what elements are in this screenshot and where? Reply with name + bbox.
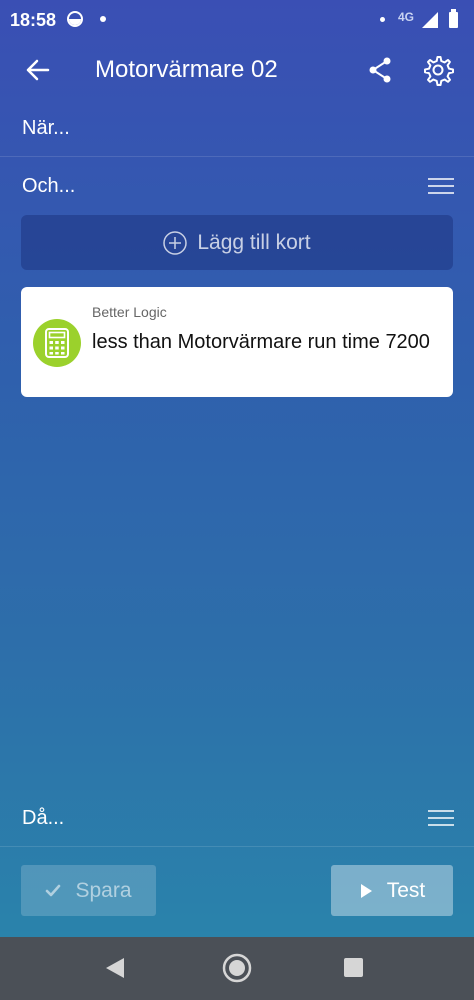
- nav-back-icon[interactable]: [106, 958, 124, 978]
- card-source: Better Logic: [92, 304, 167, 320]
- signal-icon: [422, 12, 438, 28]
- nav-recents-icon[interactable]: [344, 958, 363, 977]
- test-button[interactable]: Test: [331, 865, 453, 916]
- system-navigation-bar: [0, 937, 474, 1000]
- notification-dot-icon: [100, 16, 106, 22]
- battery-icon: [449, 9, 458, 28]
- card-text: less than Motorvärmare run time 7200: [92, 331, 430, 353]
- add-card-button[interactable]: Lägg till kort: [21, 215, 453, 270]
- test-label: Test: [386, 878, 426, 902]
- share-icon: [369, 57, 391, 83]
- share-button[interactable]: [362, 52, 398, 88]
- status-bar: 18:58 4G: [0, 0, 474, 40]
- flow-editor-screen: 18:58 4G Motorvärmare 02 När... Och... L…: [0, 0, 474, 937]
- back-button[interactable]: [18, 50, 58, 90]
- and-reorder-menu-icon[interactable]: [428, 178, 454, 196]
- save-label: Spara: [75, 878, 132, 902]
- network-type: 4G: [398, 10, 415, 24]
- gear-icon: [424, 56, 454, 86]
- when-section-label: När...: [22, 117, 70, 139]
- notification-dot-icon-2: [380, 17, 385, 22]
- section-divider: [0, 156, 474, 157]
- plus-circle-icon: [163, 230, 188, 255]
- app-bar: Motorvärmare 02: [0, 40, 474, 102]
- bottom-action-bar: Spara Test: [0, 846, 474, 937]
- then-section-label: Då...: [22, 807, 65, 829]
- check-icon: [46, 884, 61, 896]
- status-time: 18:58: [10, 10, 57, 30]
- calculator-icon: [33, 319, 81, 367]
- arrow-back-icon: [26, 59, 50, 81]
- nav-home-icon[interactable]: [222, 953, 252, 983]
- record-icon: [67, 11, 83, 27]
- condition-card[interactable]: Better Logic less than Motorvärmare run …: [21, 287, 453, 397]
- play-icon: [360, 883, 372, 898]
- page-title: Motorvärmare 02: [95, 56, 278, 83]
- settings-button[interactable]: [420, 52, 456, 88]
- then-reorder-menu-icon[interactable]: [428, 810, 454, 828]
- save-button[interactable]: Spara: [21, 865, 156, 916]
- and-section-label: Och...: [22, 175, 76, 197]
- add-card-label: Lägg till kort: [197, 230, 311, 254]
